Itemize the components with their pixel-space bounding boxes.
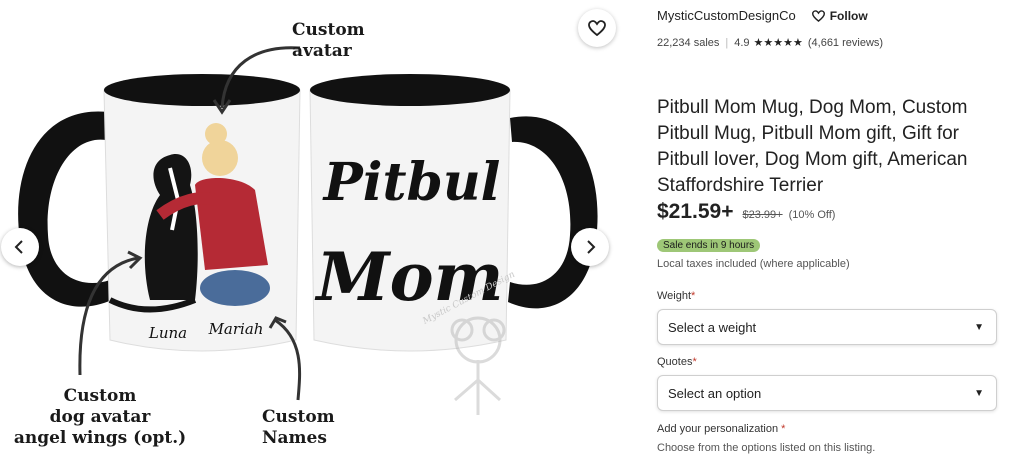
sales-count: 22,234 sales bbox=[657, 36, 720, 49]
mug-text-line1: Pitbul bbox=[322, 152, 501, 213]
discount-percent: (10% Off) bbox=[788, 209, 836, 221]
required-mark: * bbox=[781, 423, 786, 435]
quotes-select[interactable]: Select an option ▼ bbox=[657, 375, 997, 411]
weight-select-value: Select a weight bbox=[668, 319, 757, 335]
mug-text-line2: Mom bbox=[315, 238, 504, 316]
annotation-custom-avatar: Custom avatar bbox=[292, 20, 365, 61]
weight-select[interactable]: Select a weight ▼ bbox=[657, 309, 997, 345]
follow-label: Follow bbox=[829, 8, 868, 23]
heart-icon bbox=[588, 20, 606, 36]
chevron-left-icon bbox=[14, 240, 23, 254]
next-image-button[interactable] bbox=[571, 228, 609, 266]
chevron-right-icon bbox=[587, 240, 596, 254]
annotation-custom-dog: Custom dog avatar angel wings (opt.) bbox=[13, 386, 187, 448]
listing-panel: MysticCustomDesignCo Follow 22,234 sales… bbox=[645, 0, 1015, 469]
taxes-note: Local taxes included (where applicable) bbox=[657, 258, 850, 270]
annotation-custom-names: Custom Names bbox=[262, 407, 335, 448]
quotes-select-value: Select an option bbox=[668, 385, 762, 401]
rating-value: 4.9 bbox=[734, 36, 750, 49]
previous-image-button[interactable] bbox=[1, 228, 39, 266]
required-mark: * bbox=[692, 356, 697, 368]
personalization-label: Add your personalization * bbox=[657, 423, 786, 435]
required-mark: * bbox=[691, 290, 696, 302]
listing-title: Pitbull Mom Mug, Dog Mom, Custom Pitbull… bbox=[657, 96, 968, 196]
current-price: $21.59+ bbox=[657, 200, 734, 223]
price-row: $21.59+ $23.99+ (10% Off) bbox=[657, 200, 835, 224]
rating-stars-icon: ★★★★★ bbox=[753, 37, 803, 49]
sale-badge: Sale ends in 9 hours bbox=[657, 239, 761, 252]
product-image-gallery: Pitbul Mom Luna Mariah Mystic Custom Des… bbox=[0, 0, 622, 469]
dog-name: Luna bbox=[148, 324, 187, 342]
personalization-hint: Choose from the options listed on this l… bbox=[657, 442, 876, 454]
quotes-label: Quotes* bbox=[657, 356, 697, 368]
shop-name-link[interactable]: MysticCustomDesignCo bbox=[657, 8, 796, 23]
shop-header: MysticCustomDesignCo Follow bbox=[657, 8, 868, 23]
shop-rating-row: 22,234 sales | 4.9 ★★★★★ (4,661 reviews) bbox=[657, 36, 883, 50]
original-price: $23.99+ bbox=[742, 209, 783, 221]
weight-label: Weight* bbox=[657, 290, 696, 302]
reviews-link[interactable]: (4,661 reviews) bbox=[808, 37, 883, 49]
caret-down-icon: ▼ bbox=[974, 387, 984, 399]
divider: | bbox=[725, 36, 729, 49]
follow-button[interactable]: Follow bbox=[811, 8, 868, 23]
favorite-button[interactable] bbox=[578, 9, 616, 47]
heart-outline-icon bbox=[811, 9, 825, 22]
caret-down-icon: ▼ bbox=[974, 321, 984, 333]
owner-name: Mariah bbox=[208, 320, 264, 338]
